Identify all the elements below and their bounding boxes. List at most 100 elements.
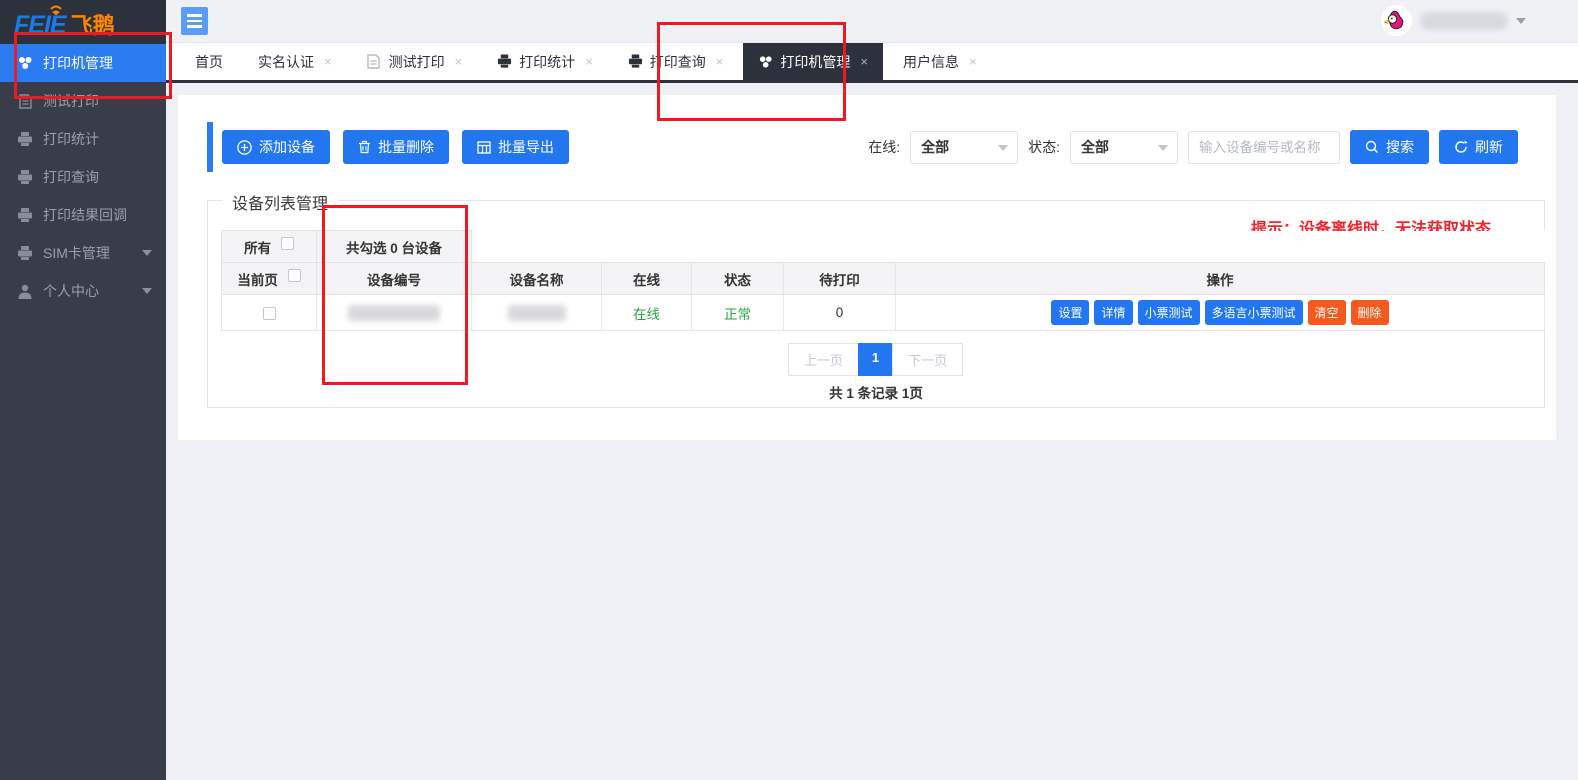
printer-icon (17, 169, 33, 185)
device-name-redacted (472, 295, 602, 331)
col-header-pending: 待打印 (784, 263, 896, 295)
tab-printer-manage[interactable]: 打印机管理 × (743, 43, 883, 80)
app-window: FEIE 飞鹅 打印机管理 测试打印 打印统计 (0, 0, 1578, 780)
search-icon (1365, 140, 1379, 154)
tab-label: 实名认证 (258, 52, 314, 72)
trash-icon (358, 140, 371, 154)
settings-button[interactable]: 设置 (1051, 300, 1089, 325)
printer-icon (628, 54, 643, 69)
sidebar-item-print-callback[interactable]: 打印结果回调 (0, 196, 166, 234)
tab-label: 打印查询 (650, 52, 706, 72)
sidebar-item-printer-manage[interactable]: 打印机管理 (0, 44, 166, 82)
content-area: 添加设备 批量删除 批量导出 (166, 86, 1578, 780)
menu-toggle-button[interactable] (181, 7, 208, 35)
user-menu[interactable] (1381, 5, 1526, 36)
device-no-redacted (317, 295, 472, 331)
clear-button[interactable]: 清空 (1308, 300, 1346, 325)
username-redacted (1420, 12, 1508, 30)
row-checkbox[interactable] (263, 307, 276, 320)
printer-group-icon (758, 54, 773, 69)
table-row-select-all: 所有 共勾选 0 台设备 (222, 231, 1545, 263)
refresh-icon (1454, 140, 1468, 154)
sidebar-item-sim-manage[interactable]: SIM卡管理 (0, 234, 166, 272)
tab-realname-auth[interactable]: 实名认证 × (243, 43, 347, 80)
hamburger-icon (187, 14, 202, 17)
status-filter-label: 状态: (1028, 137, 1060, 157)
close-icon[interactable]: × (324, 54, 332, 69)
chevron-down-icon (1158, 145, 1168, 151)
online-status-value: 在线 (602, 295, 692, 331)
table-export-icon (477, 141, 491, 154)
next-page-button[interactable]: 下一页 (892, 343, 963, 376)
sidebar-item-print-stats[interactable]: 打印统计 (0, 120, 166, 158)
chevron-down-icon (1516, 18, 1526, 24)
search-button[interactable]: 搜索 (1350, 130, 1429, 164)
sidebar-item-test-print[interactable]: 测试打印 (0, 82, 166, 120)
close-icon[interactable]: × (716, 54, 724, 69)
record-summary: 共 1 条记录 1页 (208, 382, 1544, 402)
sidebar-item-print-query[interactable]: 打印查询 (0, 158, 166, 196)
row-actions: 设置 详情 小票测试 多语言小票测试 清空 删除 (896, 300, 1544, 325)
tab-home[interactable]: 首页 (180, 43, 238, 80)
current-page-cell: 当前页 (222, 263, 317, 295)
brand-logo-en: FEIE (14, 11, 66, 40)
brand-logo[interactable]: FEIE 飞鹅 (0, 0, 166, 44)
col-header-actions: 操作 (896, 263, 1545, 295)
delete-button[interactable]: 删除 (1351, 300, 1389, 325)
online-filter-select[interactable]: 全部 (910, 131, 1018, 164)
search-input[interactable] (1188, 131, 1340, 164)
page-1-button[interactable]: 1 (858, 343, 893, 376)
col-header-status: 状态 (692, 263, 784, 295)
printer-icon (17, 131, 33, 147)
status-filter-select[interactable]: 全部 (1070, 131, 1178, 164)
printer-icon (497, 54, 512, 69)
wifi-signal-icon (48, 2, 64, 15)
sidebar-item-personal-center[interactable]: 个人中心 (0, 272, 166, 310)
close-icon[interactable]: × (860, 54, 868, 69)
toolbar: 添加设备 批量删除 批量导出 (222, 130, 569, 164)
tab-user-info[interactable]: 用户信息 × (888, 43, 992, 80)
current-page-label: 当前页 (237, 273, 278, 288)
close-icon[interactable]: × (585, 54, 593, 69)
topbar (166, 0, 1578, 42)
sidebar-item-label: 测试打印 (43, 91, 99, 111)
batch-delete-button[interactable]: 批量删除 (343, 130, 449, 164)
device-list-section: 设备列表管理 提示：设备离线时，无法获取状态 所有 共勾选 0 (207, 200, 1545, 408)
refresh-button[interactable]: 刷新 (1439, 130, 1518, 164)
avatar[interactable] (1381, 5, 1412, 36)
online-filter-label: 在线: (868, 137, 900, 157)
pending-count-value: 0 (784, 295, 896, 331)
tab-test-print[interactable]: 测试打印 × (352, 43, 478, 80)
sidebar-item-label: 打印查询 (43, 167, 99, 187)
sidebar-item-label: SIM卡管理 (43, 243, 110, 263)
sidebar-item-label: 打印结果回调 (43, 205, 127, 225)
device-status-value: 正常 (692, 295, 784, 331)
close-icon[interactable]: × (969, 54, 977, 69)
sidebar-item-label: 打印机管理 (43, 53, 113, 73)
col-header-device-no: 设备编号 (317, 263, 472, 295)
tab-bar: 首页 实名认证 × 测试打印 × 打印统计 × (166, 42, 1578, 83)
current-page-checkbox[interactable] (288, 269, 301, 282)
table-header-row: 当前页 设备编号 设备名称 在线 状态 待打印 操作 (222, 263, 1545, 295)
main-area: 首页 实名认证 × 测试打印 × 打印统计 × (166, 0, 1578, 780)
multilang-ticket-test-button[interactable]: 多语言小票测试 (1205, 300, 1303, 325)
col-header-online: 在线 (602, 263, 692, 295)
printer-icon (17, 207, 33, 223)
select-all-checkbox[interactable] (281, 237, 294, 250)
chevron-down-icon (142, 288, 152, 294)
file-icon (17, 93, 33, 109)
tab-print-query[interactable]: 打印查询 × (613, 43, 739, 80)
tab-label: 用户信息 (903, 52, 959, 72)
add-device-button[interactable]: 添加设备 (222, 130, 330, 164)
tab-label: 打印统计 (519, 52, 575, 72)
brand-logo-cn: 飞鹅 (71, 8, 115, 40)
prev-page-button[interactable]: 上一页 (788, 343, 859, 376)
details-button[interactable]: 详情 (1094, 300, 1132, 325)
printer-group-icon (17, 55, 33, 71)
tab-print-stats[interactable]: 打印统计 × (482, 43, 608, 80)
close-icon[interactable]: × (455, 54, 463, 69)
batch-export-button[interactable]: 批量导出 (462, 130, 569, 164)
ticket-test-button[interactable]: 小票测试 (1138, 300, 1200, 325)
printer-icon (17, 245, 33, 261)
device-panel: 添加设备 批量删除 批量导出 (178, 95, 1556, 440)
